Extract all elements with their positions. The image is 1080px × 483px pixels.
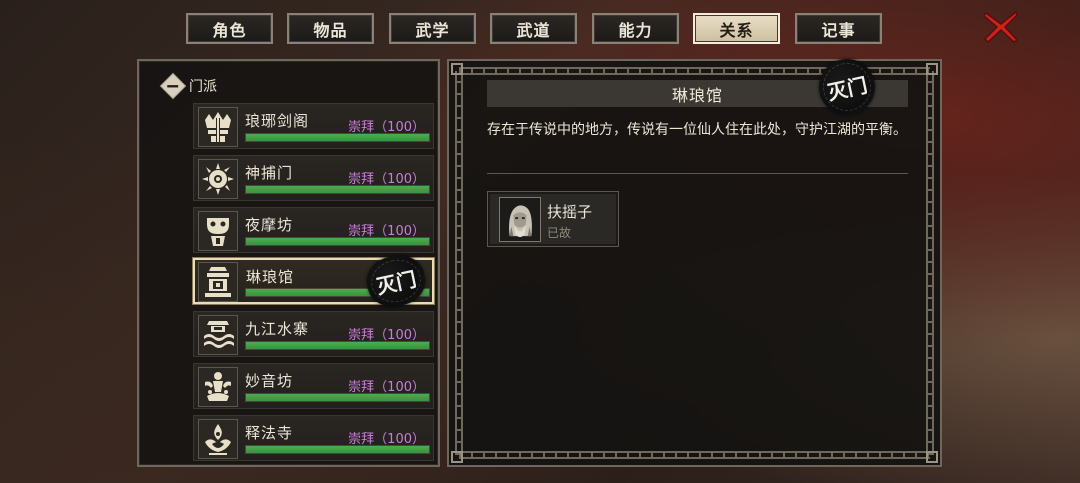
corner-ornament xyxy=(451,451,463,463)
sect-name: 神捕门 xyxy=(245,164,294,182)
tab-label: 角色 xyxy=(212,20,247,40)
detail-description: 存在于传说中的地方，传说有一位仙人住在此处，守护江湖的平衡。 xyxy=(487,122,907,138)
tab-items[interactable]: 物品 xyxy=(287,13,374,44)
tab-character[interactable]: 角色 xyxy=(186,13,273,44)
relation-bar xyxy=(245,133,430,142)
tab-label: 关系 xyxy=(719,20,754,40)
fret-border-bottom xyxy=(459,451,930,459)
corner-ornament xyxy=(451,63,463,75)
sect-row-shenbu[interactable]: 神捕门 崇拜（100） xyxy=(193,155,434,201)
category-label: 门派 xyxy=(189,79,217,95)
sun-eye-crest-icon xyxy=(198,159,238,199)
flame-lotus-crest-icon xyxy=(198,419,238,459)
tab-martial-arts[interactable]: 武学 xyxy=(389,13,476,44)
divider xyxy=(487,173,908,174)
tab-label: 记事 xyxy=(821,20,856,40)
sect-name: 释法寺 xyxy=(245,424,294,442)
sect-detail-panel: 琳琅馆 灭门 存在于传说中的地方，传说有一位仙人住在此处，守护江湖的平衡。 扶摇… xyxy=(447,53,942,467)
crown-crest-icon xyxy=(198,107,238,147)
sect-name: 妙音坊 xyxy=(245,372,294,390)
category-header[interactable]: 门派 xyxy=(159,72,217,100)
relation-bar xyxy=(245,341,430,350)
relation-bar xyxy=(245,393,430,402)
detail-title: 琳琅馆 xyxy=(671,85,723,105)
sect-row-langya[interactable]: 琅琊剑阁 崇拜（100） xyxy=(193,103,434,149)
corner-ornament xyxy=(926,451,938,463)
close-button[interactable] xyxy=(981,8,1021,46)
tab-label: 能力 xyxy=(618,20,653,40)
destroyed-stamp: 灭门 xyxy=(813,53,881,121)
tab-label: 武道 xyxy=(516,20,551,40)
tab-journal[interactable]: 记事 xyxy=(795,13,882,44)
sect-name: 琳琅馆 xyxy=(246,268,295,286)
sect-name: 夜摩坊 xyxy=(245,216,294,234)
member-card[interactable]: 扶摇子 已故 xyxy=(487,191,619,247)
tab-label: 武学 xyxy=(415,20,450,40)
sect-name: 琅琊剑阁 xyxy=(245,112,310,130)
elder-portrait-icon xyxy=(499,197,541,242)
tab-relations[interactable]: 关系 xyxy=(693,13,780,44)
relation-bar xyxy=(245,185,430,194)
sect-name: 九江水寨 xyxy=(245,320,310,338)
member-name: 扶摇子 xyxy=(547,203,593,221)
sect-row-jiujiang[interactable]: 九江水寨 崇拜（100） xyxy=(193,311,434,357)
sect-row-linlang[interactable]: 琳琅馆 灭门 xyxy=(193,250,434,312)
tab-martial-way[interactable]: 武道 xyxy=(490,13,577,44)
sect-row-miaoyin[interactable]: 妙音坊 崇拜（100） xyxy=(193,363,434,409)
close-x-icon xyxy=(983,10,1019,44)
treasure-crest-icon xyxy=(198,262,238,302)
destroyed-stamp: 灭门 xyxy=(362,250,430,312)
tab-abilities[interactable]: 能力 xyxy=(592,13,679,44)
mask-crest-icon xyxy=(198,211,238,251)
wave-crest-icon xyxy=(198,315,238,355)
sect-row-shifa[interactable]: 释法寺 崇拜（100） xyxy=(193,415,434,461)
sect-list-panel: 门派 琅琊剑阁 崇拜（100） 神捕门 崇拜（100） 夜摩坊 崇拜（100） … xyxy=(137,59,440,467)
member-status: 已故 xyxy=(547,226,572,240)
sect-row-yemo[interactable]: 夜摩坊 崇拜（100） xyxy=(193,207,434,253)
relation-bar xyxy=(245,237,430,246)
fret-border-left xyxy=(455,71,463,455)
collapse-icon[interactable] xyxy=(159,72,187,100)
tab-label: 物品 xyxy=(313,20,348,40)
lotus-dancer-crest-icon xyxy=(198,367,238,407)
fret-border-right xyxy=(926,71,934,455)
corner-ornament xyxy=(926,63,938,75)
relation-bar xyxy=(245,445,430,454)
